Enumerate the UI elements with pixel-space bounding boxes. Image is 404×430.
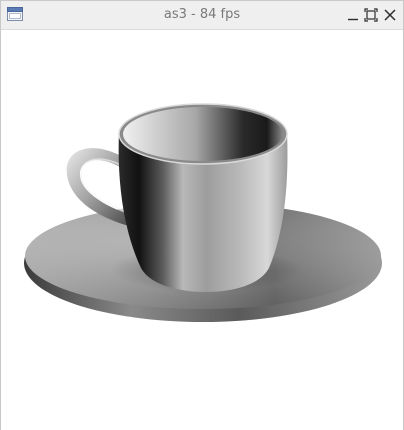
teacup-scene (24, 103, 382, 322)
title-bar[interactable]: as3 - 84 fps (1, 1, 403, 30)
maximize-icon[interactable] (363, 7, 379, 23)
minimize-icon[interactable] (345, 7, 361, 23)
render-viewport[interactable] (1, 30, 403, 430)
window-title: as3 - 84 fps (163, 7, 241, 22)
cup (118, 103, 288, 292)
close-icon[interactable] (382, 7, 398, 23)
app-window: as3 - 84 fps (0, 0, 404, 430)
